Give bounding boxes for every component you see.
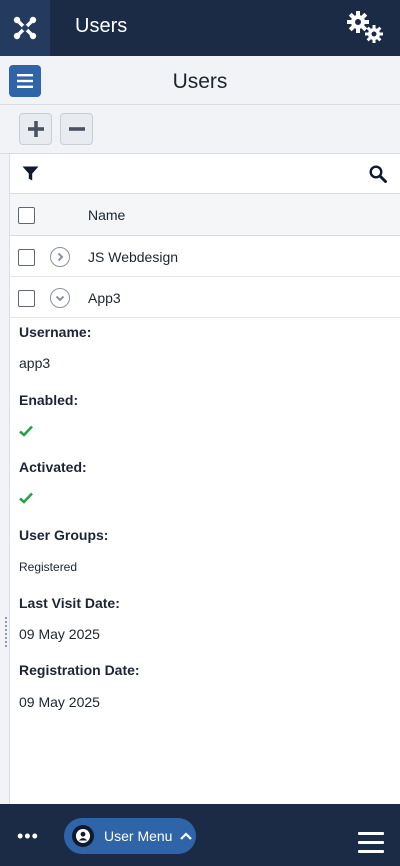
activated-checkmark-icon — [19, 491, 33, 509]
last-visit-label: Last Visit Date: — [19, 595, 120, 611]
column-header-name[interactable]: Name — [88, 207, 125, 223]
table-row[interactable]: JS Webdesign — [10, 236, 400, 277]
chevron-down-circle-icon — [55, 295, 65, 302]
row-checkbox[interactable] — [18, 249, 35, 266]
user-name-cell[interactable]: JS Webdesign — [88, 249, 178, 265]
registration-date-value: 09 May 2025 — [19, 694, 100, 710]
user-menu-label: User Menu — [104, 828, 173, 844]
collapse-toggle[interactable] — [50, 288, 70, 308]
enabled-checkmark-icon[interactable] — [19, 424, 33, 442]
joomla-logo-icon[interactable] — [0, 0, 50, 56]
bottom-bar: ••• User Menu — [0, 804, 400, 866]
add-button[interactable] — [19, 113, 52, 145]
remove-button[interactable] — [60, 113, 93, 145]
user-name-cell[interactable]: App3 — [88, 290, 121, 306]
select-all-checkbox[interactable] — [18, 207, 35, 224]
username-label: Username: — [19, 324, 92, 340]
user-groups-value: Registered — [19, 560, 78, 574]
filter-icon[interactable] — [22, 166, 39, 187]
filter-bar — [10, 154, 400, 194]
sidebar-toggle-button[interactable] — [9, 65, 41, 97]
top-bar: Users — [0, 0, 400, 56]
minus-icon — [68, 127, 85, 131]
resize-grip[interactable] — [4, 616, 8, 648]
expand-toggle[interactable] — [50, 247, 70, 267]
registration-date-label: Registration Date: — [19, 662, 140, 678]
chevron-up-icon — [180, 832, 193, 840]
activated-label: Activated: — [19, 459, 87, 475]
chevron-right-circle-icon — [57, 252, 64, 262]
sidebar-toggle-icon — [17, 74, 33, 88]
user-avatar-icon — [72, 825, 94, 847]
username-value: app3 — [19, 355, 51, 371]
users-list: Name JS Webdesign App3 Username: app3 En… — [10, 154, 400, 804]
table-row[interactable]: App3 — [10, 277, 400, 318]
gears-icon[interactable] — [344, 8, 388, 48]
hamburger-icon[interactable] — [358, 832, 384, 859]
table-header: Name — [10, 194, 400, 236]
page-header: Users — [0, 56, 400, 105]
user-menu-button[interactable]: User Menu — [64, 818, 196, 854]
toolbar — [0, 105, 400, 154]
enabled-label: Enabled: — [19, 392, 79, 408]
app-title: Users — [75, 15, 128, 37]
sidebar-rail — [0, 154, 10, 804]
row-checkbox[interactable] — [18, 290, 35, 307]
page-title: Users — [172, 70, 228, 93]
plus-icon — [27, 121, 44, 137]
more-button[interactable]: ••• — [17, 826, 39, 847]
user-groups-label: User Groups: — [19, 527, 109, 543]
search-icon[interactable] — [369, 165, 387, 188]
last-visit-value: 09 May 2025 — [19, 626, 100, 642]
